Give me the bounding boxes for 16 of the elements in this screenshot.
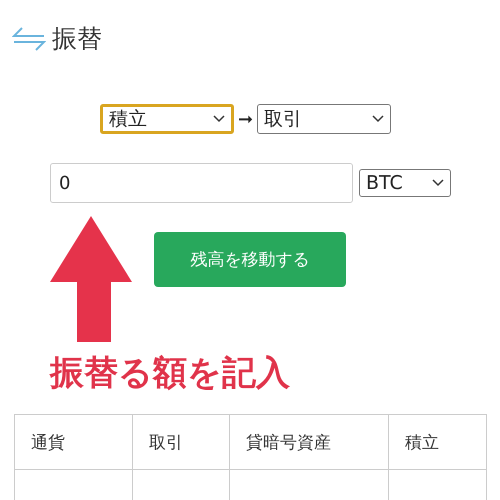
amount-field[interactable]: 0 xyxy=(50,163,353,203)
destination-select[interactable]: 取引 xyxy=(257,104,392,134)
column-header: 貸暗号資産 xyxy=(229,414,389,470)
currency-select[interactable]: BTC xyxy=(359,169,451,197)
page-title: 振替 xyxy=(52,23,102,55)
column-header: 取引 xyxy=(132,414,230,470)
column-header: 通貨 xyxy=(14,414,132,470)
annotation-text: 振替る額を記入 xyxy=(50,352,291,395)
column-header: 積立 xyxy=(388,414,486,470)
arrow-sign: ➞ xyxy=(238,108,254,130)
chevron-down-icon xyxy=(213,115,225,123)
transfer-arrows-icon xyxy=(12,26,46,52)
source-select[interactable]: 積立 xyxy=(100,104,234,134)
chevron-down-icon xyxy=(432,179,444,187)
up-arrow-icon xyxy=(50,216,132,342)
chevron-down-icon xyxy=(372,115,384,123)
